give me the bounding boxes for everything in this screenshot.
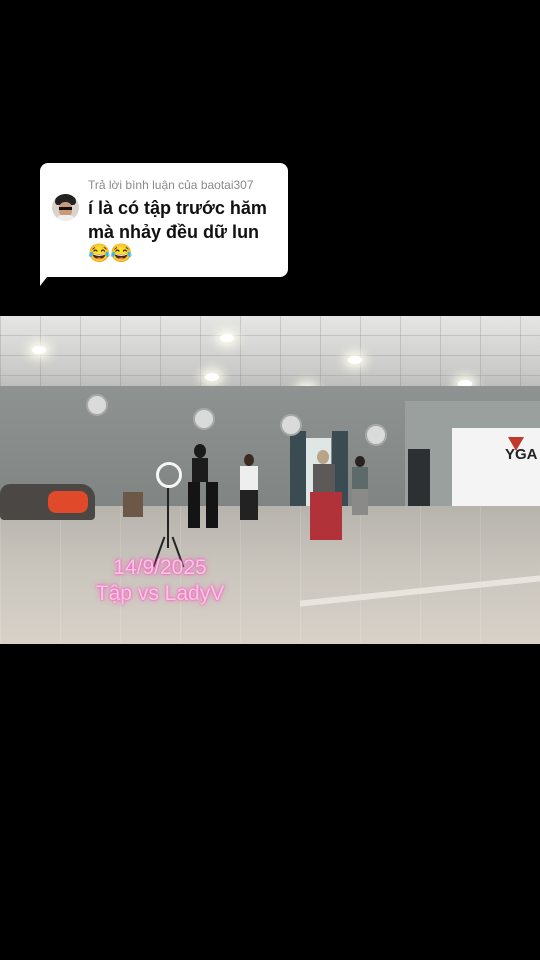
ceiling-light <box>348 356 362 364</box>
ceiling-light <box>220 334 234 342</box>
banner-logo: YGA <box>505 446 538 463</box>
curtain <box>290 431 306 511</box>
wall-fan <box>193 408 215 430</box>
ceiling-light <box>32 346 46 354</box>
reply-bubble-tail <box>40 268 54 286</box>
wall-fan <box>365 424 387 446</box>
ceiling-light <box>205 373 219 381</box>
video-date-overlay: 14/9/2025 <box>113 556 207 579</box>
video-player[interactable]: YGA 14/9/2025 Tập vs LadyV <box>0 316 540 644</box>
wall-fan <box>86 394 108 416</box>
reply-emojis: 😂😂 <box>88 243 133 263</box>
reply-header: Trả lời bình luận của baotai307 <box>88 178 254 192</box>
reply-comment-text: í là có tập trước hăm mà nhảy đều dữ lun <box>88 198 267 242</box>
ring-light <box>156 462 182 488</box>
doorway <box>408 449 430 511</box>
video-caption-overlay: Tập vs LadyV <box>95 582 225 605</box>
box <box>123 492 143 517</box>
tripod <box>167 488 169 548</box>
wall-fan <box>280 414 302 436</box>
commenter-avatar[interactable] <box>52 194 79 221</box>
